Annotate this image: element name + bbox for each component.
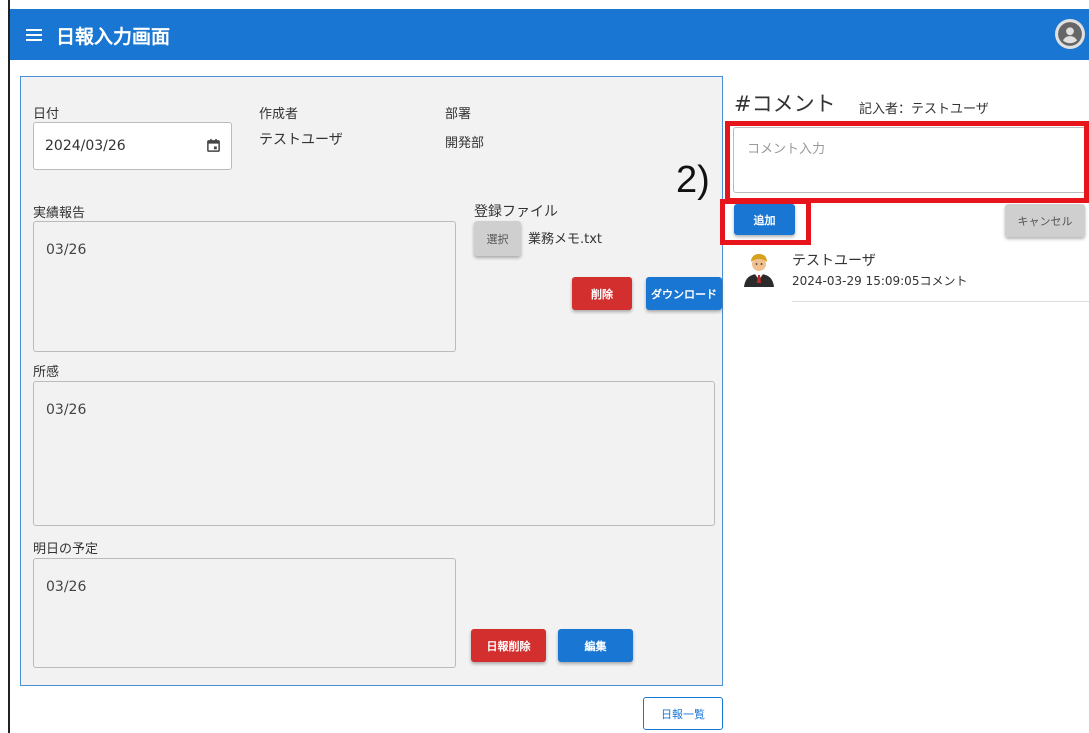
account-circle-icon[interactable] [1055, 19, 1085, 49]
page-title: 日報入力画面 [56, 26, 171, 48]
delete-report-button[interactable]: 日報削除 [471, 629, 546, 662]
comment-divider [792, 301, 1089, 302]
file-name[interactable]: 業務メモ.txt [528, 228, 602, 247]
comment-user-name: テストユーザ [792, 253, 876, 269]
comment-title: #コメント [734, 92, 836, 116]
report-label: 実績報告 [33, 206, 86, 221]
hamburger-menu-icon[interactable] [26, 24, 48, 46]
comment-input-placeholder: コメント入力 [747, 142, 826, 157]
edit-button[interactable]: 編集 [558, 629, 633, 662]
frame-border [8, 0, 10, 733]
files-label: 登録ファイル [474, 204, 558, 220]
plan-textarea[interactable]: 03/26 [33, 558, 456, 668]
select-file-button[interactable]: 選択 [474, 221, 521, 256]
report-value: 03/26 [46, 242, 87, 258]
author-label: 作成者 [259, 107, 299, 122]
delete-file-button[interactable]: 削除 [572, 277, 632, 310]
impression-value: 03/26 [46, 402, 87, 418]
user-avatar-icon [744, 254, 774, 287]
frame-top [8, 0, 1089, 9]
comment-input[interactable]: コメント入力 [733, 127, 1086, 193]
comment-writer: 記入者：テストユーザ [859, 102, 989, 117]
department-value: 開発部 [445, 136, 485, 151]
report-form-panel: 日付 2024/03/26 作成者 テストユーザ 部署 開発部 実績報告 03/… [20, 76, 723, 686]
impression-textarea[interactable]: 03/26 [33, 381, 715, 526]
date-field[interactable]: 2024/03/26 [33, 122, 232, 170]
plan-label: 明日の予定 [33, 542, 99, 557]
department-label: 部署 [445, 107, 472, 122]
date-value: 2024/03/26 [45, 138, 126, 154]
date-label: 日付 [33, 107, 60, 122]
cancel-comment-button[interactable]: キャンセル [1005, 204, 1085, 237]
plan-value: 03/26 [46, 579, 87, 595]
app-bar: 日報入力画面 [10, 9, 1089, 60]
author-value: テストユーザ [259, 132, 343, 148]
report-textarea[interactable]: 03/26 [33, 221, 456, 352]
add-comment-button[interactable]: 追加 [734, 204, 795, 235]
calendar-icon[interactable] [206, 138, 221, 153]
download-button[interactable]: ダウンロード [646, 277, 722, 310]
comment-meta: 2024-03-29 15:09:05コメント [792, 274, 968, 288]
step-annotation-label: 2) [676, 159, 710, 201]
impression-label: 所感 [33, 365, 60, 380]
report-list-button[interactable]: 日報一覧 [643, 697, 723, 730]
